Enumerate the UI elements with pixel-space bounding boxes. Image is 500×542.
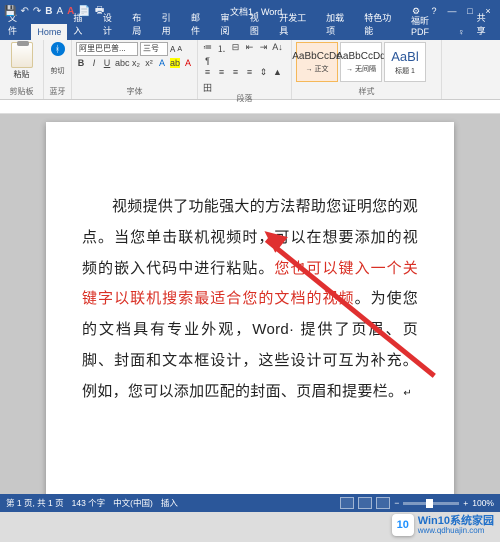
sort-icon[interactable]: A↓ [272, 42, 283, 53]
styles-group-label: 样式 [296, 85, 437, 97]
paste-label: 粘贴 [14, 69, 30, 80]
borders-icon[interactable]: 田 [202, 81, 213, 92]
tab-review[interactable]: 审阅 [214, 8, 243, 40]
bluetooth-icon[interactable]: ᚼ [51, 42, 65, 56]
save-icon[interactable]: 💾 [4, 6, 16, 17]
language-indicator[interactable]: 中文(中国) [113, 497, 153, 509]
superscript-button[interactable]: x² [144, 58, 154, 68]
line-spacing-icon[interactable]: ⇕ [258, 67, 269, 78]
multilevel-icon[interactable]: ⊟ [230, 42, 241, 53]
undo-icon[interactable]: ↶ [20, 6, 28, 17]
tab-addins[interactable]: 加载项 [320, 8, 358, 40]
watermark-icon: 10 [392, 514, 414, 536]
tab-tellme[interactable]: ♀ [452, 24, 471, 40]
watermark-line2: www.qdhuajin.com [418, 527, 494, 536]
tab-developer[interactable]: 开发工具 [273, 8, 320, 40]
tab-layout[interactable]: 布局 [126, 8, 155, 40]
style-name: 标题 1 [395, 66, 415, 76]
strike-button[interactable]: abc [115, 58, 128, 68]
style-name: → 无间隔 [346, 64, 376, 74]
bluetooth-group: ᚼ 剪切 蓝牙 [44, 40, 72, 99]
show-marks-icon[interactable]: ¶ [202, 56, 213, 67]
italic-button[interactable]: I [89, 58, 99, 68]
style-heading1[interactable]: AaBl 标题 1 [384, 42, 426, 82]
tab-references[interactable]: 引用 [156, 8, 185, 40]
clipboard-group: 粘贴 剪贴板 [0, 40, 44, 99]
subscript-button[interactable]: x₂ [131, 58, 141, 68]
ribbon-tabs: 文件 Home 插入 设计 布局 引用 邮件 审阅 视图 开发工具 加载项 特色… [0, 22, 500, 40]
align-center-icon[interactable]: ≡ [216, 67, 227, 78]
zoom-out-button[interactable]: − [394, 498, 399, 508]
page: 视频提供了功能强大的方法帮助您证明您的观点。当您单击联机视频时，可以在想要添加的… [46, 122, 454, 494]
font-size-select[interactable]: 三号 [140, 42, 168, 56]
font-group: 阿里巴巴普... 三号 A A B I U abc x₂ x² A ab A 字 [72, 40, 198, 99]
ribbon: 粘贴 剪贴板 ᚼ 剪切 蓝牙 阿里巴巴普... 三号 A A B I U [0, 40, 500, 100]
bold-icon[interactable]: B [45, 6, 52, 17]
align-left-icon[interactable]: ≡ [202, 67, 213, 78]
highlight-icon[interactable]: ab [170, 58, 180, 68]
bold-button[interactable]: B [76, 58, 86, 68]
font-size-icon[interactable]: A [56, 6, 63, 17]
read-mode-icon[interactable] [340, 497, 354, 509]
font-color-icon[interactable]: A [67, 6, 74, 17]
zoom-in-button[interactable]: + [463, 498, 468, 508]
tab-view[interactable]: 视图 [244, 8, 273, 40]
underline-button[interactable]: U [102, 58, 112, 68]
new-doc-icon[interactable]: 📄 [78, 6, 90, 17]
insert-mode[interactable]: 插入 [161, 497, 178, 509]
share-button[interactable]: 共享 [471, 8, 500, 40]
print-layout-icon[interactable] [358, 497, 372, 509]
zoom-percent[interactable]: 100% [472, 498, 494, 508]
zoom-thumb[interactable] [426, 499, 433, 508]
style-normal[interactable]: AaBbCcDd → 正文 [296, 42, 338, 82]
style-name: → 正文 [306, 64, 329, 74]
word-count[interactable]: 143 个字 [72, 497, 106, 509]
bluetooth-label: 蓝牙 [50, 85, 66, 97]
font-name-select[interactable]: 阿里巴巴普... [76, 42, 138, 56]
watermark-line1: Win10系统家园 [418, 515, 494, 527]
document-area[interactable]: 视频提供了功能强大的方法帮助您证明您的观点。当您单击联机视频时，可以在想要添加的… [0, 114, 500, 494]
status-bar: 第 1 页, 共 1 页 143 个字 中文(中国) 插入 − + 100% [0, 494, 500, 512]
print-icon[interactable]: 🖶 [95, 3, 104, 20]
paragraph-group-label: 段落 [202, 92, 287, 104]
align-right-icon[interactable]: ≡ [230, 67, 241, 78]
decrease-indent-icon[interactable]: ⇤ [244, 42, 255, 53]
watermark: 10 Win10系统家园 www.qdhuajin.com [392, 514, 494, 536]
tab-home[interactable]: Home [31, 24, 67, 40]
shading-icon[interactable]: ▲ [272, 67, 283, 78]
justify-icon[interactable]: ≡ [244, 67, 255, 78]
style-preview: AaBbCcDd [292, 51, 341, 62]
shrink-font-icon[interactable]: A [177, 46, 182, 53]
cut-label: 剪切 [51, 66, 65, 76]
web-layout-icon[interactable] [376, 497, 390, 509]
text-effects-icon[interactable]: A [157, 58, 167, 68]
redo-icon[interactable]: ↷ [33, 6, 41, 17]
paragraph-group: ≔ ⒈ ⊟ ⇤ ⇥ A↓ ¶ ≡ ≡ ≡ ≡ ⇕ ▲ 田 段 [198, 40, 292, 99]
increase-indent-icon[interactable]: ⇥ [258, 42, 269, 53]
font-color-button[interactable]: A [183, 58, 193, 68]
paste-button[interactable]: 粘贴 [4, 42, 39, 80]
style-preview: AaBbCcDd [336, 51, 385, 62]
clipboard-group-label: 剪贴板 [4, 85, 39, 97]
body-paragraph[interactable]: 视频提供了功能强大的方法帮助您证明您的观点。当您单击联机视频时，可以在想要添加的… [82, 192, 418, 407]
tab-mailings[interactable]: 邮件 [185, 8, 214, 40]
page-indicator[interactable]: 第 1 页, 共 1 页 [6, 497, 64, 509]
tab-special[interactable]: 特色功能 [358, 8, 405, 40]
numbering-icon[interactable]: ⒈ [216, 42, 227, 53]
styles-group: AaBbCcDd → 正文 AaBbCcDd → 无间隔 AaBl 标题 1 样… [292, 40, 442, 99]
style-nospacing[interactable]: AaBbCcDd → 无间隔 [340, 42, 382, 82]
bullets-icon[interactable]: ≔ [202, 42, 213, 53]
style-preview: AaBl [391, 49, 418, 64]
font-group-label: 字体 [76, 85, 193, 97]
tab-pdf[interactable]: 福昕PDF [405, 11, 452, 40]
grow-font-icon[interactable]: A [170, 45, 175, 54]
paste-icon [11, 42, 33, 68]
zoom-slider[interactable] [403, 502, 459, 505]
